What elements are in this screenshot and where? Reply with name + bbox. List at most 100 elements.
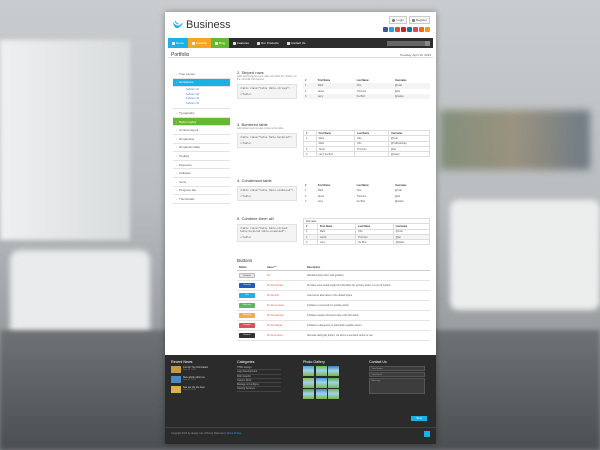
description-cell: Used as an alternative to the default st… [305,290,430,301]
nav-label: Blog [219,41,226,45]
sidebar-item[interactable]: › Containers [173,78,230,88]
table-cell: @twitter [392,239,431,246]
sidebar-item[interactable]: › Popovers [173,161,230,170]
table-cell: Info [237,290,265,301]
table-cell: Warning [237,310,265,321]
news-thumbnail [171,376,181,383]
code-line: </table> [240,92,252,96]
gallery-thumbnail[interactable] [315,389,327,399]
social-icon[interactable] [425,27,430,32]
gallery-thumbnail[interactable] [328,366,339,376]
gallery-thumbnail[interactable] [303,377,314,388]
gallery-thumbnail[interactable] [328,389,339,399]
search-input[interactable] [387,40,425,46]
nav-item[interactable]: Contact Us [282,38,310,48]
bird-icon [173,20,183,29]
table-row: 3 Larry the Bird @twitter [303,151,431,158]
chevron-right-icon: › [176,145,177,150]
table-cell: @twitter [387,151,431,158]
sidebar-item[interactable]: › Thumbnails [173,195,230,204]
table-cell: the Bird [356,200,365,204]
nav-label: Portfolio [196,41,208,45]
news-item[interactable]: Just for You Information June 16, 2013 [171,366,231,373]
register-link[interactable]: Register [408,16,430,24]
background-artwork [440,110,590,170]
nav-item[interactable]: Features [229,38,253,48]
chevron-right-icon: › [176,136,177,141]
social-icon[interactable] [413,27,418,32]
demo-button[interactable]: Danger [239,322,255,328]
gallery-thumbnail[interactable] [303,389,314,399]
social-icon[interactable] [383,27,388,32]
social-icon[interactable] [401,27,406,32]
gallery-thumbnail[interactable] [328,377,339,388]
social-icon[interactable] [419,27,424,32]
news-item[interactable]: New article about us June 22, 2013 [171,376,231,383]
demo-button[interactable]: Success [239,302,255,308]
nav-item[interactable]: Our Products [252,38,283,48]
demo-button[interactable]: Inverse [239,332,255,338]
sidebar-item-label: Dropdowns [179,136,195,141]
social-icon[interactable] [389,27,394,32]
sidebar-item[interactable]: › Icons [173,178,230,187]
sidebar-item[interactable]: › Content layout [173,126,230,135]
sidebar-item[interactable]: › Collapse [173,169,230,178]
site-logo[interactable]: Business [172,19,231,31]
sidebar-item[interactable]: › Tooltips [173,152,230,161]
background-window [0,40,130,240]
sidebar-item[interactable]: › Button styles [173,117,230,127]
nav-item[interactable]: Portfolio [188,38,212,48]
terms-link[interactable]: Terms Of Use [227,432,242,435]
gallery-thumbnail[interactable] [315,377,327,388]
send-button[interactable]: Send [411,416,427,421]
description-cell: Indicates caution should be taken with t… [305,310,430,321]
table-cell: Success [237,300,265,311]
social-icon[interactable] [395,27,400,32]
social-icon[interactable] [407,27,412,32]
chevron-right-icon: › [176,71,177,76]
news-text: See our the the best June 22, 2013 [183,386,205,393]
privacy-link[interactable]: Privacy Statement [205,432,224,435]
sidebar-item[interactable]: › Tree Layout [173,70,230,79]
class-cell: btn btn-inverse [265,330,305,341]
sidebar-item[interactable]: › Typography [173,109,230,118]
page-titlebar: Portfolio Tuesday, April 16, 2013 [168,48,433,58]
back-to-top-button[interactable] [424,431,430,437]
message-field[interactable]: Message [369,378,425,395]
chevron-right-icon: › [176,171,177,176]
table-cell: 3 [305,200,307,204]
nav-item[interactable]: Home [168,38,189,48]
sidebar-subitem[interactable]: Subitem 04 [186,102,230,107]
table-cell: Inverse [237,330,265,341]
nav-item[interactable]: Blog [211,38,230,48]
sidebar-item[interactable]: › Dropdown table [173,144,230,153]
demo-button[interactable]: Info [239,292,255,298]
news-date: June 22, 2013 [183,379,196,381]
table-row: 3 Larry the Bird @twitter [303,93,430,100]
section-description: Add borders and rounded corners to the t… [237,128,284,130]
sidebar-submenu: Subitem 01 Subitem 02 Subitem 03 Subitem 04 [173,87,230,110]
gallery-thumbnail[interactable] [315,366,327,376]
login-link[interactable]: Login [389,16,407,24]
email-field[interactable]: Your Email [369,372,425,377]
sidebar-item[interactable]: › Progress bar [173,187,230,196]
demo-button[interactable]: Default [239,272,255,278]
search-icon[interactable] [425,40,430,46]
brand-name: Business [186,19,231,31]
sidebar-menu: › Tree Layout › Containers Subitem 01 Subitem… [173,70,230,204]
table-row: Info btn btn-info Used as an alternative t… [237,290,430,301]
buttons-table: Button class="" Description Default btn Stand… [237,265,430,341]
news-item[interactable]: See our the the best June 22, 2013 [171,386,231,393]
chevron-right-icon: › [176,153,177,158]
name-field[interactable]: Your Name [369,366,425,371]
sidebar-item[interactable]: › Dropdowns [173,135,230,144]
demo-button[interactable]: Primary [239,282,255,288]
news-date: June 16, 2013 [183,369,196,371]
gallery-thumbnail[interactable] [303,366,314,376]
demo-button[interactable]: Warning [239,312,255,318]
chevron-right-icon: › [176,188,177,193]
category-link[interactable]: Hosting Services [237,387,281,392]
search-box[interactable] [387,38,433,48]
table-row: 3 Larry the Bird @twitter [303,239,431,246]
code-block: <table class="table table-condensed">...… [237,186,297,201]
